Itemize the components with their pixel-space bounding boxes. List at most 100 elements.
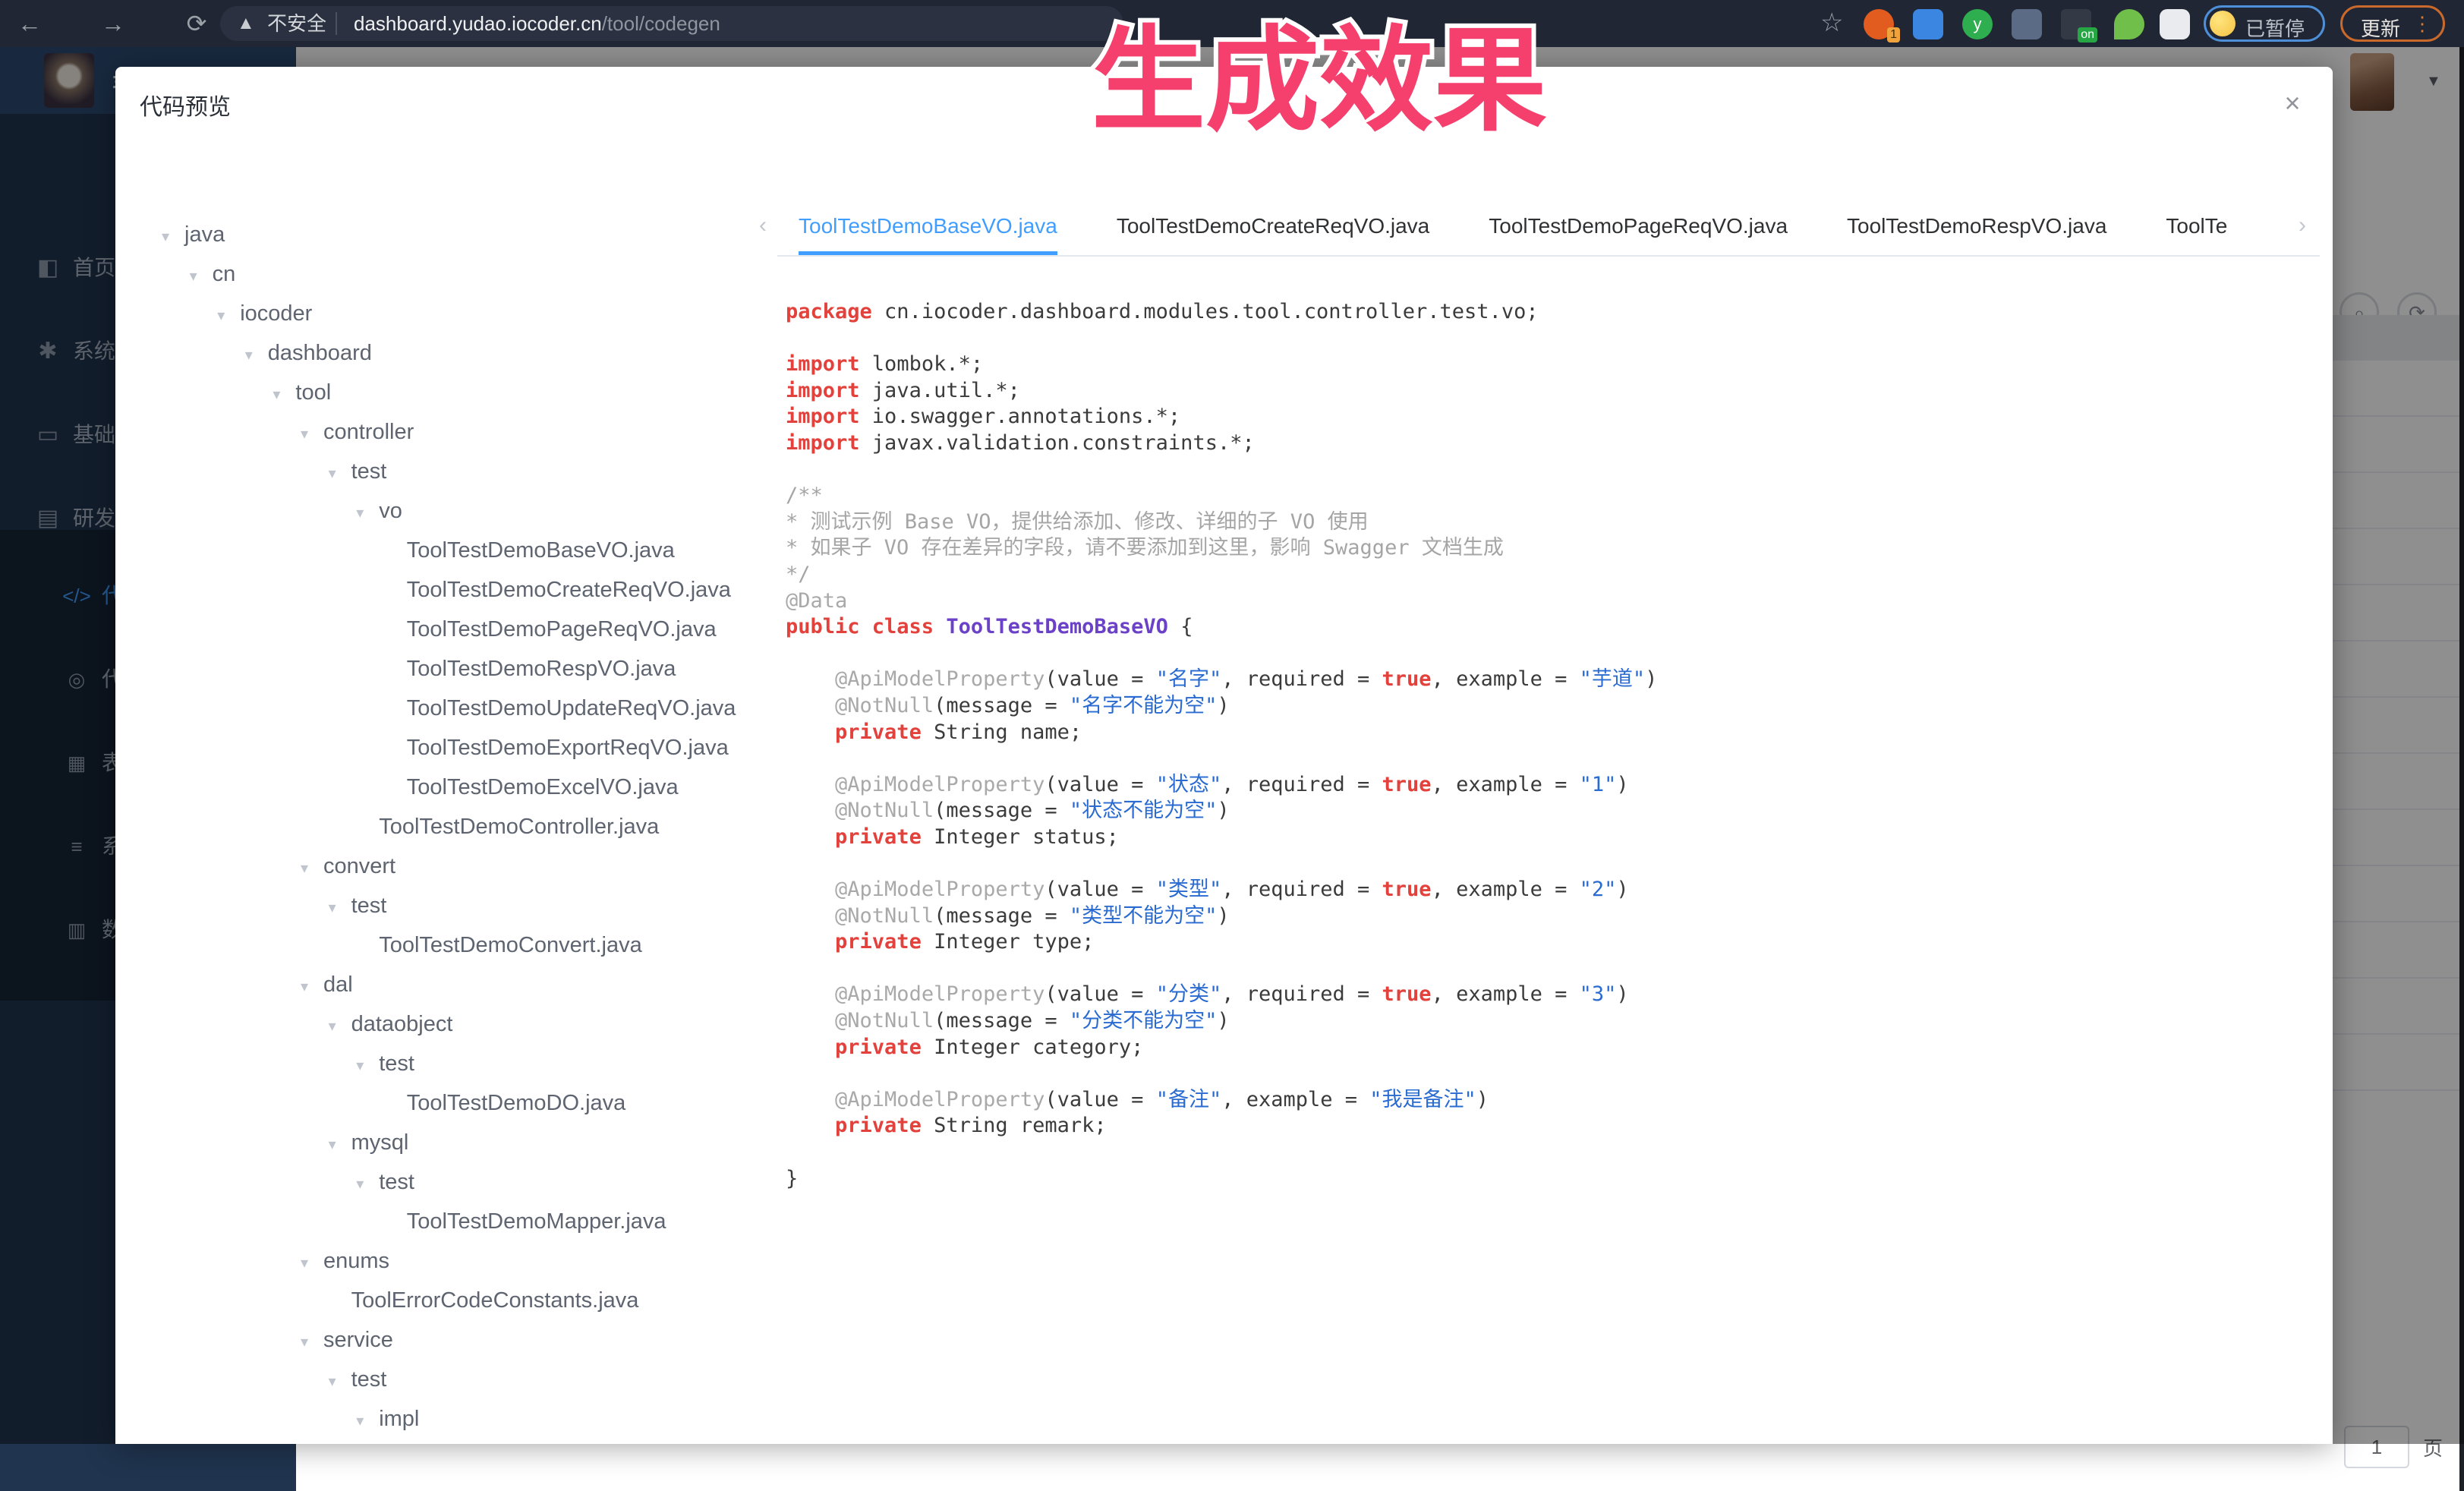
tree-node-java[interactable]: ▾java [115, 215, 225, 254]
code-line: @ApiModelProperty(value = "类型", required… [786, 877, 2304, 903]
tree-node-convert[interactable]: ▾convert [115, 846, 395, 886]
puzzle-extensions-icon[interactable] [2160, 9, 2190, 39]
extension-icon-1[interactable]: 1 [1864, 9, 1894, 39]
tree-folder-label: vo [379, 499, 402, 523]
tree-expand-caret-icon[interactable]: ▾ [329, 1125, 351, 1165]
tab-ToolTe[interactable]: ToolTe [2166, 202, 2227, 255]
tree-expand-caret-icon[interactable]: ▾ [356, 1401, 379, 1441]
extension-badge: 1 [1887, 27, 1900, 43]
tree-node-test[interactable]: ▾test [115, 886, 386, 925]
code-line: @ApiModelProperty(value = "分类", required… [786, 982, 2304, 1008]
tree-expand-caret-icon[interactable]: ▾ [301, 967, 323, 1007]
tree-expand-caret-icon[interactable]: ▾ [301, 415, 323, 454]
tree-node-enums[interactable]: ▾enums [115, 1241, 389, 1281]
code-line [786, 746, 2304, 772]
extension-icon-4[interactable] [2012, 9, 2042, 39]
chrome-update-button[interactable]: 更新 ⋮ [2340, 5, 2445, 42]
extension-icon-3[interactable]: y [1962, 9, 1993, 39]
tree-node-controller[interactable]: ▾controller [115, 412, 414, 452]
tree-expand-caret-icon[interactable]: ▾ [245, 336, 268, 375]
tree-expand-caret-icon[interactable]: ▾ [356, 1165, 379, 1204]
code-preview-dialog: 代码预览 × ▾java▾cn▾iocoder▾dashboard▾tool▾c… [115, 67, 2333, 1444]
tree-node-test[interactable]: ▾test [115, 1162, 414, 1202]
tree-folder-label: mysql [351, 1130, 409, 1155]
tree-expand-caret-icon[interactable]: ▾ [190, 257, 213, 296]
tree-node-ToolTestDemoExportReqVO.java[interactable]: ToolTestDemoExportReqVO.java [115, 728, 729, 768]
tree-expand-caret-icon[interactable]: ▾ [301, 1322, 323, 1362]
code-line [786, 1140, 2304, 1166]
extension-icon-6[interactable] [2114, 9, 2144, 39]
tree-node-ToolTestDemoController.java[interactable]: ToolTestDemoController.java [115, 807, 659, 846]
tree-node-dataobject[interactable]: ▾dataobject [115, 1004, 452, 1044]
tab-ToolTestDemoPageReqVO.java[interactable]: ToolTestDemoPageReqVO.java [1489, 202, 1788, 255]
tree-expand-caret-icon[interactable]: ▾ [162, 217, 184, 257]
tree-node-test[interactable]: ▾test [115, 452, 386, 491]
tree-node-ToolTestDemoUpdateReqVO.java[interactable]: ToolTestDemoUpdateReqVO.java [115, 689, 736, 728]
extension-icon-5[interactable]: on [2061, 9, 2091, 39]
tree-node-mysql[interactable]: ▾mysql [115, 1123, 408, 1162]
tree-node-ToolTestDemoPageReqVO.java[interactable]: ToolTestDemoPageReqVO.java [115, 610, 717, 649]
tree-expand-caret-icon[interactable]: ▾ [301, 1244, 323, 1283]
paused-label: 已暂停 [2245, 14, 2305, 42]
file-tabs: ToolTestDemoBaseVO.java ToolTestDemoCreat… [799, 202, 2288, 257]
code-line: @NotNull(message = "类型不能为空") [786, 903, 2304, 930]
code-line: package cn.iocoder.dashboard.modules.too… [786, 299, 2304, 326]
tree-expand-caret-icon[interactable]: ▾ [329, 888, 351, 928]
tree-file-label: ToolTestDemoRespVO.java [407, 657, 676, 681]
tab-ToolTestDemoBaseVO.java[interactable]: ToolTestDemoBaseVO.java [799, 202, 1057, 255]
tabs-scroll-right-icon[interactable]: › [2299, 213, 2306, 238]
tree-node-ToolTestDemoRespVO.java[interactable]: ToolTestDemoRespVO.java [115, 649, 676, 689]
tree-folder-label: controller [323, 420, 414, 444]
not-secure-label: 不安全 [267, 6, 326, 41]
tree-expand-caret-icon[interactable]: ▾ [329, 1007, 351, 1046]
tree-node-dashboard[interactable]: ▾dashboard [115, 333, 372, 373]
tree-node-vo[interactable]: ▾vo [115, 491, 402, 531]
extension-icon-2[interactable] [1913, 9, 1943, 39]
tree-expand-caret-icon[interactable]: ▾ [329, 1362, 351, 1401]
browser-forward-button[interactable]: → [97, 8, 129, 39]
tree-node-cn[interactable]: ▾cn [115, 254, 235, 294]
tree-folder-label: test [379, 1051, 414, 1076]
tree-folder-label: test [351, 894, 387, 918]
tree-node-test[interactable]: ▾test [115, 1044, 414, 1083]
tree-node-ToolTestDemoDO.java[interactable]: ToolTestDemoDO.java [115, 1083, 625, 1123]
profile-emoji-avatar [2210, 11, 2236, 36]
tree-expand-caret-icon[interactable]: ▾ [217, 296, 240, 336]
tree-node-tool[interactable]: ▾tool [115, 373, 331, 412]
tree-node-ToolTestDemoExcelVO.java[interactable]: ToolTestDemoExcelVO.java [115, 768, 679, 807]
tree-node-iocoder[interactable]: ▾iocoder [115, 294, 312, 333]
tab-ToolTestDemoRespVO.java[interactable]: ToolTestDemoRespVO.java [1847, 202, 2106, 255]
code-line: import javax.validation.constraints.*; [786, 430, 2304, 457]
address-bar[interactable]: ▲ 不安全 dashboard.yudao.iocoder.cn/tool/co… [220, 6, 1123, 41]
close-icon[interactable]: × [2276, 87, 2309, 120]
tree-file-label: ToolTestDemoUpdateReqVO.java [407, 696, 736, 720]
tabs-scroll-left-icon[interactable]: ‹ [759, 213, 767, 238]
tree-folder-label: test [379, 1170, 414, 1194]
browser-reload-button[interactable]: ⟳ [181, 8, 213, 39]
bookmark-star-icon[interactable]: ☆ [1820, 8, 1843, 38]
tree-expand-caret-icon[interactable]: ▾ [356, 1046, 379, 1086]
browser-back-button[interactable]: ← [14, 8, 46, 39]
tree-expand-caret-icon[interactable]: ▾ [356, 493, 379, 533]
tree-node-dal[interactable]: ▾dal [115, 965, 353, 1004]
tree-node-service[interactable]: ▾service [115, 1320, 393, 1360]
code-line: } [786, 1166, 2304, 1193]
browser-menu-dots-icon[interactable]: ⋮ [2412, 12, 2432, 36]
tree-node-ToolTestDemoServiceImpl.java[interactable]: ToolTestDemoServiceImpl.java [115, 1439, 707, 1444]
tree-folder-label: iocoder [240, 301, 312, 326]
tree-expand-caret-icon[interactable]: ▾ [273, 375, 295, 415]
tree-expand-caret-icon[interactable]: ▾ [329, 454, 351, 493]
tree-node-ToolTestDemoMapper.java[interactable]: ToolTestDemoMapper.java [115, 1202, 666, 1241]
tree-node-ToolErrorCodeConstants.java[interactable]: ToolErrorCodeConstants.java [115, 1281, 638, 1320]
tree-file-label: ToolTestDemoController.java [379, 815, 659, 839]
tab-ToolTestDemoCreateReqVO.java[interactable]: ToolTestDemoCreateReqVO.java [1117, 202, 1429, 255]
tree-node-ToolTestDemoBaseVO.java[interactable]: ToolTestDemoBaseVO.java [115, 531, 675, 570]
file-tree[interactable]: ▾java▾cn▾iocoder▾dashboard▾tool▾controll… [115, 196, 768, 1444]
tree-node-ToolTestDemoConvert.java[interactable]: ToolTestDemoConvert.java [115, 925, 642, 965]
tree-node-ToolTestDemoCreateReqVO.java[interactable]: ToolTestDemoCreateReqVO.java [115, 570, 731, 610]
code-line: @ApiModelProperty(value = "状态", required… [786, 772, 2304, 799]
tree-node-test[interactable]: ▾test [115, 1360, 386, 1399]
tree-expand-caret-icon[interactable]: ▾ [301, 849, 323, 888]
tree-node-impl[interactable]: ▾impl [115, 1399, 419, 1439]
profile-paused-chip[interactable]: 已暂停 [2204, 5, 2325, 42]
